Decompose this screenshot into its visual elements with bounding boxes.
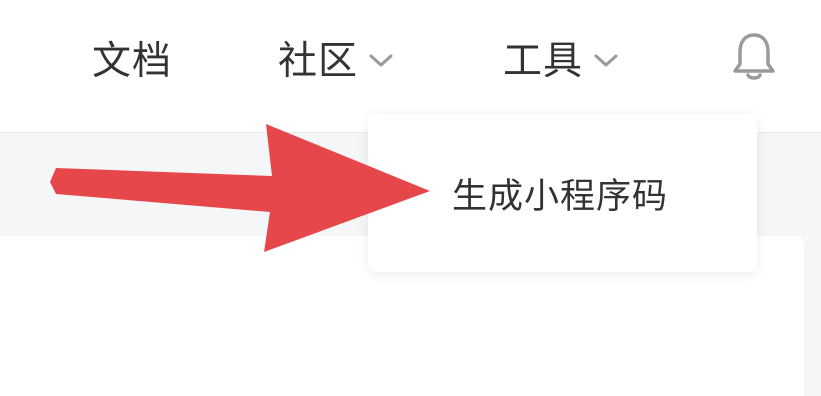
menu-item-generate-miniprogram-code[interactable]: 生成小程序码: [452, 168, 668, 218]
nav-docs-label: 文档: [92, 39, 173, 84]
nav-community[interactable]: 社区: [278, 32, 394, 84]
chevron-down-icon: [594, 54, 618, 67]
chevron-down-icon: [369, 54, 393, 67]
nav-community-label: 社区: [278, 39, 359, 84]
nav-docs[interactable]: 文档: [92, 32, 172, 84]
menu-item-label: 生成小程序码: [452, 176, 669, 217]
bell-icon[interactable]: [731, 30, 777, 82]
nav-tools[interactable]: 工具: [503, 32, 619, 84]
red-arrow-annotation: [50, 124, 430, 252]
nav-tools-label: 工具: [503, 39, 584, 84]
